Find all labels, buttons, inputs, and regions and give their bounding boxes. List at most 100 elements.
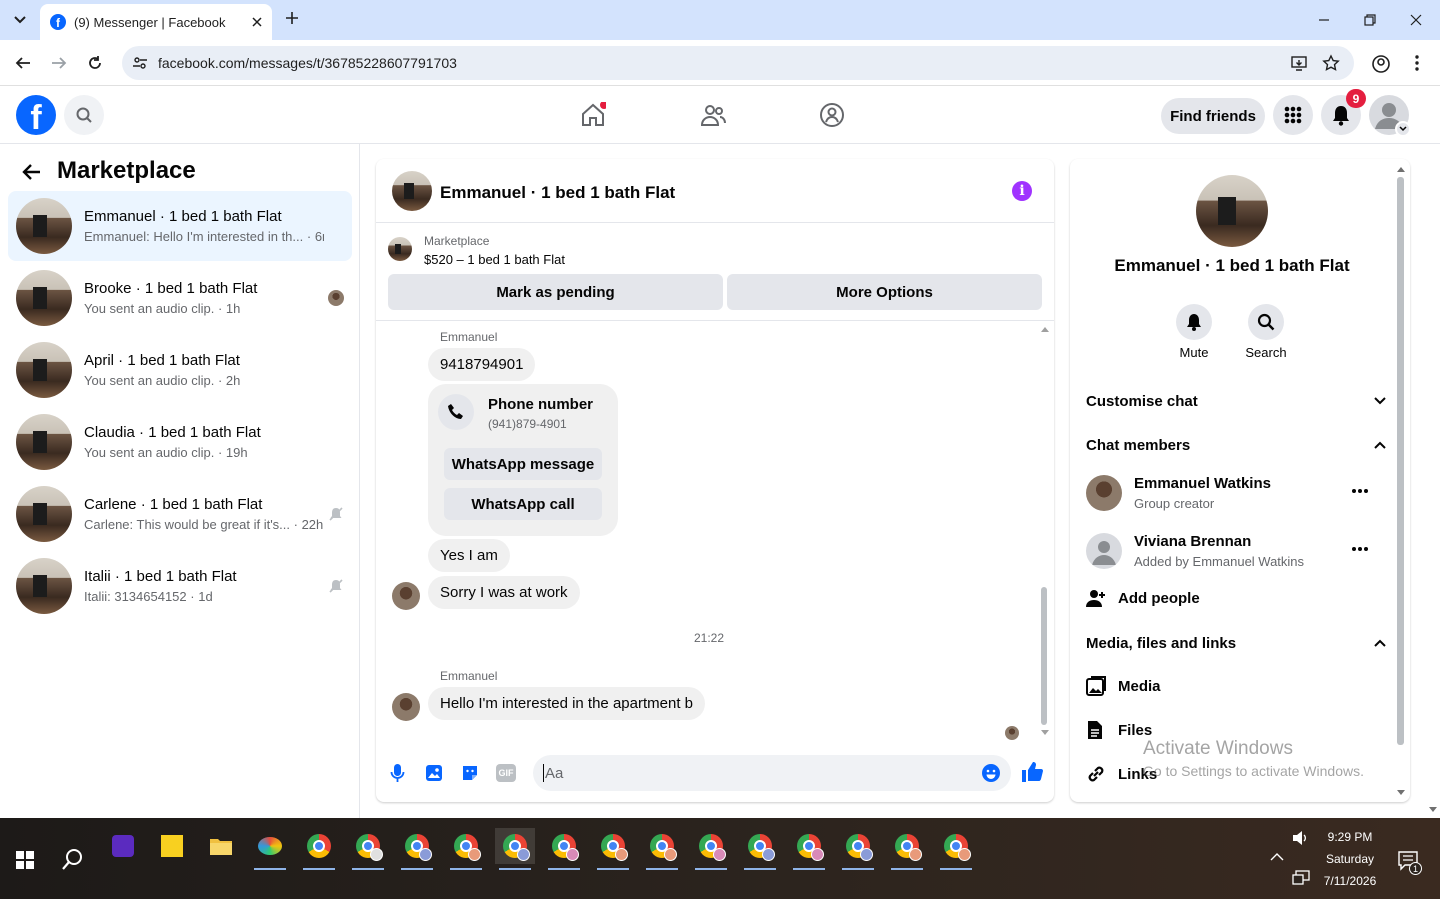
back-arrow-icon[interactable]	[14, 54, 32, 72]
clock-day[interactable]: Saturday	[1310, 852, 1390, 866]
mark-as-pending-button[interactable]: Mark as pending	[388, 274, 723, 310]
taskbar-chrome-icon[interactable]	[299, 828, 339, 870]
scroll-up-arrow-icon[interactable]	[1040, 325, 1050, 333]
taskbar-sticky-notes-icon[interactable]	[152, 828, 192, 864]
taskbar-chrome-profile-icon[interactable]	[789, 828, 829, 870]
groups-icon[interactable]	[819, 102, 845, 128]
details-scrollbar-thumb[interactable]	[1397, 177, 1404, 745]
close-tab-icon[interactable]	[252, 17, 262, 27]
info-icon[interactable]: i	[1012, 181, 1032, 201]
customise-chat-section[interactable]: Customise chat	[1086, 386, 1386, 416]
add-people-button[interactable]: Add people	[1086, 588, 1200, 608]
close-window-icon[interactable]	[1408, 12, 1424, 28]
sender-avatar[interactable]	[392, 693, 420, 721]
member-row[interactable]: Viviana Brennan Added by Emmanuel Watkin…	[1086, 533, 1386, 573]
conversation-item[interactable]: Brooke · 1 bed 1 bath Flat You sent an a…	[8, 263, 352, 333]
photo-icon[interactable]	[424, 763, 444, 783]
files-item[interactable]: Files	[1086, 720, 1152, 740]
chat-title[interactable]: Emmanuel · 1 bed 1 bath Flat	[440, 183, 675, 203]
taskbar-chrome-profile-icon[interactable]	[887, 828, 927, 870]
chat-members-section[interactable]: Chat members	[1086, 430, 1386, 460]
account-chevron-down-icon[interactable]	[1395, 121, 1411, 137]
chat-avatar-large[interactable]	[1196, 175, 1268, 247]
add-people-label: Add people	[1118, 589, 1200, 607]
profile-icon[interactable]	[1371, 54, 1391, 74]
conversation-item[interactable]: Emmanuel · 1 bed 1 bath Flat Emmanuel: H…	[8, 191, 352, 261]
taskbar-chrome-profile-icon[interactable]	[642, 828, 682, 870]
conversation-item[interactable]: April · 1 bed 1 bath Flat You sent an au…	[8, 335, 352, 405]
address-bar[interactable]: facebook.com/messages/t/3678522860779170…	[122, 46, 1354, 80]
minimize-window-icon[interactable]	[1316, 12, 1332, 28]
facebook-logo-icon[interactable]: f	[16, 95, 56, 135]
message-bubble[interactable]: Hello I'm interested in the apartment b	[428, 687, 705, 720]
chat-avatar[interactable]	[392, 171, 432, 211]
sender-avatar[interactable]	[392, 582, 420, 610]
search-icon[interactable]	[64, 95, 104, 135]
thumbs-up-icon[interactable]	[1021, 761, 1043, 783]
taskbar-chrome-profile-icon[interactable]	[446, 828, 486, 870]
clock-time[interactable]: 9:29 PM	[1310, 830, 1390, 844]
member-options-icon[interactable]	[1351, 488, 1369, 494]
taskbar-chrome-profile-icon[interactable]	[348, 828, 388, 870]
search-in-chat-icon[interactable]	[1248, 304, 1284, 340]
volume-icon[interactable]	[1292, 830, 1310, 846]
taskbar-chrome-profile-icon[interactable]	[740, 828, 780, 870]
message-bubble[interactable]: 9418794901	[428, 348, 536, 381]
taskbar-chrome-profile-icon[interactable]	[936, 828, 976, 870]
scroll-down-arrow-icon[interactable]	[1040, 729, 1050, 737]
chat-scrollbar-thumb[interactable]	[1041, 587, 1047, 725]
message-input[interactable]: Aa	[533, 755, 1011, 791]
taskbar-chrome-profile-icon[interactable]	[544, 828, 584, 870]
page-scroll-down-icon[interactable]	[1428, 806, 1438, 814]
windows-start-icon[interactable]	[16, 851, 34, 869]
new-tab-icon[interactable]	[284, 10, 304, 30]
whatsapp-call-button[interactable]: WhatsApp call	[444, 488, 602, 520]
taskbar-chrome-profile-icon[interactable]	[397, 828, 437, 870]
scroll-down-arrow-icon[interactable]	[1396, 789, 1406, 797]
whatsapp-message-button[interactable]: WhatsApp message	[444, 448, 602, 480]
install-app-icon[interactable]	[1290, 54, 1308, 72]
taskbar-app-purple-icon[interactable]	[103, 828, 143, 864]
taskbar-chrome-profile-icon[interactable]	[691, 828, 731, 870]
conversation-item[interactable]: Italii · 1 bed 1 bath Flat Italii: 31346…	[8, 551, 352, 621]
bookmark-star-icon[interactable]	[1322, 54, 1340, 72]
listing-title[interactable]: $520 – 1 bed 1 bath Flat	[424, 252, 565, 267]
message-bubble[interactable]: Sorry I was at work	[428, 576, 580, 609]
scroll-up-arrow-icon[interactable]	[1396, 165, 1406, 173]
taskbar-paint-icon[interactable]	[250, 828, 290, 870]
forward-arrow-icon[interactable]	[50, 54, 68, 72]
friends-icon[interactable]	[700, 103, 726, 127]
taskbar-file-explorer-icon[interactable]	[201, 828, 241, 864]
message-bubble[interactable]: Yes I am	[428, 539, 510, 572]
clock-date[interactable]: 7/11/2026	[1310, 874, 1390, 888]
more-options-button[interactable]: More Options	[727, 274, 1042, 310]
gif-icon[interactable]: GIF	[496, 764, 516, 782]
browser-tab[interactable]: f (9) Messenger | Facebook	[40, 4, 272, 40]
restore-window-icon[interactable]	[1362, 12, 1378, 28]
tab-search-icon[interactable]	[10, 10, 30, 30]
show-hidden-icons-chevron-icon[interactable]	[1270, 852, 1284, 862]
conversation-name: Emmanuel · 1 bed 1 bath Flat	[84, 208, 282, 225]
member-options-icon[interactable]	[1351, 546, 1369, 552]
conversation-item[interactable]: Claudia · 1 bed 1 bath Flat You sent an …	[8, 407, 352, 477]
home-icon[interactable]	[580, 102, 606, 128]
member-row[interactable]: Emmanuel Watkins Group creator	[1086, 475, 1386, 515]
site-settings-icon[interactable]	[132, 55, 148, 71]
taskbar-chrome-profile-icon[interactable]	[838, 828, 878, 870]
reload-icon[interactable]	[86, 54, 104, 72]
taskbar-chrome-profile-icon[interactable]	[593, 828, 633, 870]
back-arrow-icon[interactable]	[22, 163, 42, 181]
mute-bell-icon[interactable]	[1176, 304, 1212, 340]
microphone-icon[interactable]	[390, 763, 406, 783]
browser-menu-icon[interactable]	[1410, 54, 1424, 72]
taskbar-search-icon[interactable]	[61, 847, 85, 871]
find-friends-button[interactable]: Find friends	[1161, 98, 1265, 134]
media-item[interactable]: Media	[1086, 676, 1161, 696]
conversation-item[interactable]: Carlene · 1 bed 1 bath Flat Carlene: Thi…	[8, 479, 352, 549]
media-files-links-section[interactable]: Media, files and links	[1086, 628, 1386, 658]
menu-grid-icon[interactable]	[1273, 95, 1313, 135]
taskbar-chrome-profile-icon-active[interactable]	[495, 828, 535, 870]
network-icon[interactable]	[1292, 870, 1310, 886]
sticker-icon[interactable]	[460, 763, 480, 783]
emoji-icon[interactable]	[981, 763, 1001, 783]
